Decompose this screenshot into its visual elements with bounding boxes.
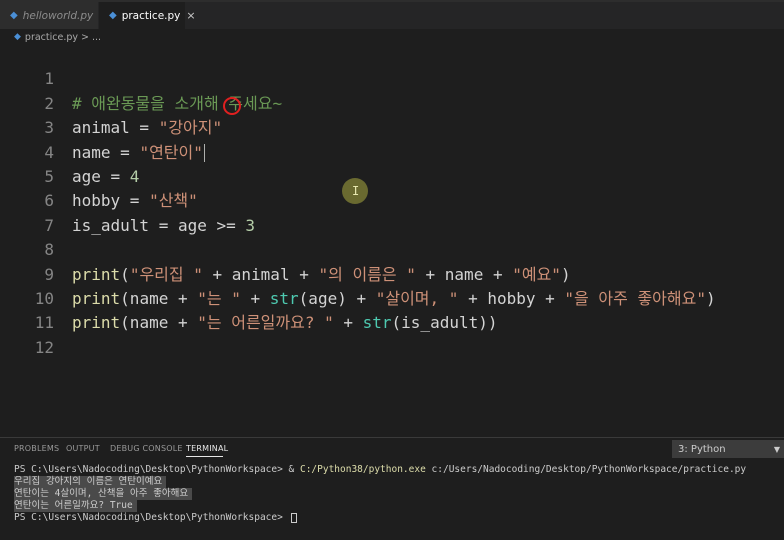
code-text: print(name + "는 어른일까요? " + str(is_adult)… — [72, 313, 498, 333]
tab-practice[interactable]: ◆ practice.py × — [99, 2, 196, 29]
tab-label: practice.py — [121, 9, 181, 22]
terminal-select[interactable]: 3: Python ▼ — [672, 440, 784, 458]
terminal-cursor — [290, 512, 297, 523]
terminal-prompt-line: PS C:\Users\Nadocoding\Desktop\PythonWor… — [14, 512, 297, 524]
python-file-icon: ◆ — [10, 10, 18, 21]
tab-output[interactable]: OUTPUT — [66, 444, 100, 453]
terminal-python-exe: C:/Python38/python.exe — [299, 464, 426, 475]
red-circle-annotation — [223, 97, 241, 115]
terminal-output-line: 우리집 강아지의 이름은 연탄이예요 — [14, 476, 167, 488]
code-line: 10 print(name + "는 어른일까요? " + str(is_adu… — [0, 263, 498, 332]
line-number: 12 — [34, 337, 54, 357]
breadcrumb-separator: > — [81, 31, 89, 43]
code-line: 5 hobby = "산책" — [0, 141, 197, 210]
terminal-prompt: PS C:\Users\Nadocoding\Desktop\PythonWor… — [14, 512, 289, 523]
code-line: 7 — [0, 189, 54, 235]
code-line: 8 print("우리집 " + animal + "의 이름은 " + nam… — [0, 214, 570, 283]
terminal-command-line: PS C:\Users\Nadocoding\Desktop\PythonWor… — [14, 464, 746, 476]
panel-tab-bar: PROBLEMS OUTPUT DEBUG CONSOLE TERMINAL — [0, 437, 784, 459]
chevron-down-icon: ▼ — [773, 444, 780, 454]
text-cursor-icon: I — [352, 184, 360, 198]
tab-terminal[interactable]: TERMINAL — [186, 444, 228, 453]
code-text: name = "연탄이" — [72, 142, 205, 163]
code-text: age = 4 — [72, 167, 140, 186]
code-line: 12 — [0, 311, 54, 357]
code-line: 3 name = "연탄이" — [0, 92, 205, 163]
tab-helloworld[interactable]: ◆ helloworld.py — [0, 2, 98, 29]
terminal-prompt: PS C:\Users\Nadocoding\Desktop\PythonWor… — [14, 464, 300, 475]
active-tab-indicator — [186, 456, 223, 457]
code-line: 2 animal = "강아지" — [0, 67, 222, 137]
terminal-output-line: 연탄이는 어른일까요? True — [14, 500, 137, 512]
code-text: animal = "강아지" — [72, 118, 223, 138]
python-file-icon: ◆ — [14, 32, 21, 42]
code-line: 4 age = 4 — [0, 116, 139, 186]
code-text: is_adult = age >= 3 — [72, 215, 256, 235]
tab-label: helloworld.py — [22, 9, 94, 22]
breadcrumb-more[interactable]: ... — [92, 32, 101, 43]
breadcrumb-file[interactable]: practice.py — [25, 32, 78, 43]
terminal[interactable]: PS C:\Users\Nadocoding\Desktop\PythonWor… — [0, 461, 784, 540]
text-cursor — [203, 144, 205, 163]
code-text: hobby = "산책" — [72, 191, 198, 211]
close-icon[interactable]: × — [186, 9, 195, 22]
code-text: # 애완동물을 소개해 주세요~ — [72, 93, 283, 113]
tab-problems[interactable]: PROBLEMS — [14, 444, 59, 453]
code-text: print("우리집 " + animal + "의 이름은 " + name … — [72, 264, 571, 284]
terminal-script-path: c:/Users/Nadocoding/Desktop/PythonWorksp… — [425, 464, 747, 475]
code-line: 6 is_adult = age >= 3 — [0, 165, 255, 234]
code-editor[interactable]: 1 # 애완동물을 소개해 주세요~ 2 animal = "강아지" 3 na… — [0, 43, 784, 435]
terminal-select-value: 3: Python — [678, 443, 726, 455]
terminal-output-line: 연탄이는 4살이며, 산책을 아주 좋아해요 — [14, 488, 193, 500]
code-line: 9 print(name + "는 " + str(age) + "살이며, "… — [0, 238, 715, 308]
editor-tab-bar: ◆ helloworld.py ◆ practice.py × — [0, 0, 784, 29]
python-file-icon: ◆ — [109, 10, 117, 21]
code-line: 11 — [0, 287, 54, 332]
tab-debug-console[interactable]: DEBUG CONSOLE — [110, 444, 183, 453]
code-line: 1 # 애완동물을 소개해 주세요~ — [0, 43, 282, 112]
code-text: print(name + "는 " + str(age) + "살이며, " +… — [72, 289, 716, 308]
